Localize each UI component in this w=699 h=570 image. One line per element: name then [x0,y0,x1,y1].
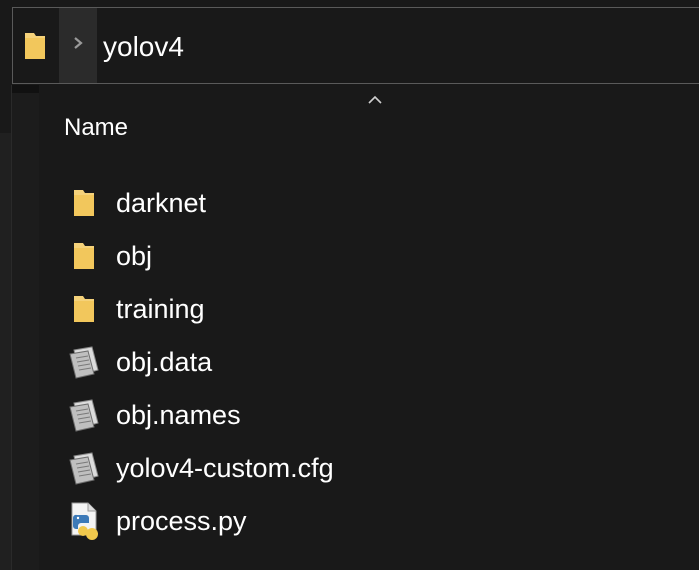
sort-ascending-icon [367,92,383,104]
list-item[interactable]: process.py [64,494,664,547]
file-name: training [116,293,205,324]
text-file-icon [64,448,104,488]
list-top-edge [12,85,39,93]
list-gutter [12,85,39,570]
file-name: yolov4-custom.cfg [116,452,334,483]
list-item[interactable]: darknet [64,176,664,229]
text-file-icon [64,395,104,435]
file-name: obj.names [116,399,241,430]
folder-icon [64,289,104,329]
text-file-icon [64,342,104,382]
folder-icon [64,236,104,276]
folder-icon [23,30,51,62]
file-name: darknet [116,187,207,218]
navigation-pane [0,85,11,570]
file-name: obj [116,240,153,271]
file-name: process.py [116,505,247,536]
file-explorer-window: yolov4 Name darknet obj training obj.dat… [0,0,699,570]
list-item[interactable]: obj.data [64,335,664,388]
file-name: obj.data [116,346,213,377]
list-item[interactable]: obj.names [64,388,664,441]
list-item[interactable]: training [64,282,664,335]
chevron-right-icon [72,35,84,56]
python-file-icon [64,501,104,541]
column-header-name[interactable]: Name [64,112,128,144]
navigation-pane-top [0,85,11,133]
file-list: darknet obj training obj.data obj.names … [64,176,664,547]
list-item[interactable]: obj [64,229,664,282]
list-item[interactable]: yolov4-custom.cfg [64,441,664,494]
breadcrumb-separator[interactable] [59,8,97,83]
breadcrumb-current-folder[interactable]: yolov4 [103,30,184,64]
address-bar[interactable]: yolov4 [12,7,699,84]
folder-icon [64,183,104,223]
